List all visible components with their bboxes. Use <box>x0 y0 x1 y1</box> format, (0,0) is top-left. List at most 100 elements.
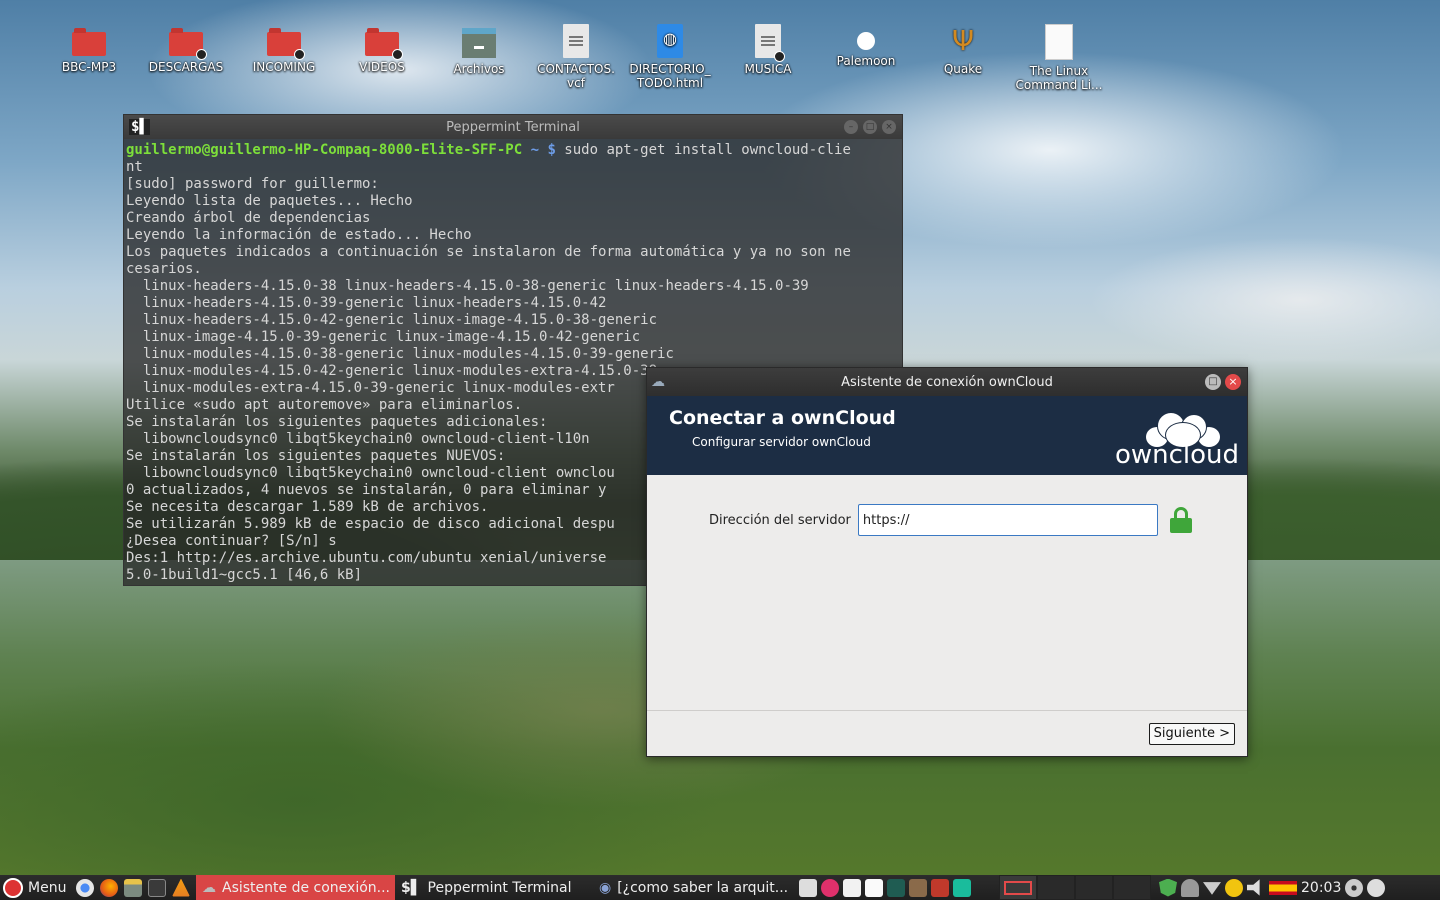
screenshot-icon[interactable] <box>887 878 905 897</box>
terminal-line: libowncloudsync0 libqt5keychain0 ownclou… <box>142 431 590 447</box>
document-icon <box>563 24 589 58</box>
terminal-icon: $▌ <box>129 119 150 135</box>
red-folder-icon <box>169 28 207 60</box>
bookmark-icon[interactable] <box>953 878 971 897</box>
terminal-line: Des:1 http://es.archive.ubuntu.com/ubunt… <box>126 550 607 566</box>
terminal-line: cesarios. <box>126 261 202 277</box>
dialog-titlebar[interactable]: ☁ Asistente de conexión ownCloud □ × <box>647 368 1247 396</box>
terminal-title: Peppermint Terminal <box>446 119 580 135</box>
desktop-icon-label: BBC-MP3 <box>61 60 117 74</box>
terminal-task-icon: $▌ <box>401 879 422 896</box>
menu-label: Menu <box>28 879 67 896</box>
next-button[interactable]: Siguiente > <box>1148 723 1235 745</box>
terminal-line: [sudo] password for guillermo: <box>126 176 379 192</box>
workspace-2[interactable] <box>1037 875 1075 900</box>
close-icon[interactable]: × <box>1225 374 1241 390</box>
workspace-switcher[interactable] <box>999 875 1151 900</box>
terminal-line: Los paquetes indicados a continuación se… <box>126 244 851 260</box>
dialog-header: Conectar a ownCloud Configurar servidor … <box>647 396 1247 475</box>
filezilla-icon[interactable] <box>931 878 949 897</box>
desktop-icon-palemoon[interactable]: Palemoon <box>818 24 914 68</box>
link-emblem-icon <box>774 51 785 62</box>
terminal-line: Utilice «sudo apt autoremove» para elimi… <box>126 397 523 413</box>
pdf-document-icon <box>1045 24 1073 60</box>
file-manager-icon[interactable] <box>124 878 142 897</box>
cloud-sync-icon[interactable] <box>1181 878 1199 897</box>
desktop-icon-label: VIDEOS <box>359 60 405 74</box>
server-label: Dirección del servidor <box>709 512 851 528</box>
desktop-icon-archivos[interactable]: Archivos <box>431 24 527 76</box>
clipboard-icon[interactable] <box>799 878 817 897</box>
terminal-line: linux-modules-extra-4.15.0-39-generic li… <box>142 380 615 396</box>
task-label: Asistente de conexión... <box>222 879 390 896</box>
terminal-titlebar[interactable]: $▌ Peppermint Terminal – □ × <box>124 115 902 139</box>
tray-end <box>1345 878 1386 897</box>
minimize-icon[interactable]: – <box>844 120 858 134</box>
vlc-icon[interactable] <box>172 878 190 897</box>
desktop-icon-directorio[interactable]: DIRECTORIO_ TODO.html <box>622 24 718 90</box>
disc-icon[interactable] <box>1345 878 1364 897</box>
wifi-icon[interactable] <box>1203 882 1221 895</box>
maximize-icon[interactable]: □ <box>863 120 877 134</box>
terminal-line: ¿Desea continuar? [S/n] s <box>126 533 337 549</box>
task-owncloud-wizard[interactable]: ☁ Asistente de conexión... <box>196 875 395 900</box>
terminal-line: linux-headers-4.15.0-39-generic linux-he… <box>142 295 607 311</box>
terminal-line: linux-image-4.15.0-39-generic linux-imag… <box>142 329 641 345</box>
gimp-icon[interactable] <box>909 878 927 897</box>
clock[interactable]: 20:03 <box>1301 880 1341 896</box>
desktop-icon-linux-command[interactable]: The Linux Command Li... <box>1011 24 1107 92</box>
system-tray <box>1159 878 1297 897</box>
text-editor-icon[interactable] <box>865 878 883 897</box>
desktop-icon-bbc-mp3[interactable]: BBC-MP3 <box>41 24 137 74</box>
desktop-icon-label: INCOMING <box>252 60 316 74</box>
owncloud-task-icon: ☁ <box>202 879 216 896</box>
chromium-icon[interactable] <box>76 878 94 897</box>
volume-icon[interactable] <box>1247 879 1260 896</box>
firefox-icon[interactable] <box>100 878 118 897</box>
task-label: Peppermint Terminal <box>427 879 572 896</box>
desktop-icon-contactos[interactable]: CONTACTOS. vcf <box>528 24 624 90</box>
desktop-icon-descargas[interactable]: DESCARGAS <box>138 24 234 74</box>
task-terminal[interactable]: $▌ Peppermint Terminal <box>395 875 593 900</box>
server-row: Dirección del servidor <box>709 504 1192 536</box>
maximize-icon[interactable]: □ <box>1205 374 1221 390</box>
terminal-launcher-icon[interactable] <box>148 878 166 897</box>
taskbar: Menu ☁ Asistente de conexión... $▌ Peppe… <box>0 875 1440 900</box>
desktop-icon-quake[interactable]: Ψ Quake <box>915 24 1011 76</box>
logout-icon[interactable] <box>1367 878 1386 897</box>
html-document-icon <box>657 24 683 58</box>
document-icon <box>755 24 785 62</box>
workspace-3[interactable] <box>1075 875 1113 900</box>
owncloud-logo: owncloud <box>1109 406 1239 470</box>
terminal-line: Leyendo la información de estado... Hech… <box>126 227 472 243</box>
desktop-icon-label: MUSICA <box>744 62 792 76</box>
lock-icon <box>1169 507 1192 533</box>
browser-task-icon: ◉ <box>599 879 612 896</box>
quick-launch <box>76 878 190 897</box>
shield-icon[interactable] <box>1159 878 1177 897</box>
terminal-line: 5.0-1build1~gcc5.1 [46,6 kB] <box>126 567 363 583</box>
share-icon[interactable] <box>821 878 839 897</box>
terminal-line: linux-modules-4.15.0-38-generic linux-mo… <box>142 346 674 362</box>
terminal-line: Creando árbol de dependencias <box>126 210 371 226</box>
terminal-line: linux-headers-4.15.0-38 linux-headers-4.… <box>142 278 809 294</box>
close-icon[interactable]: × <box>882 120 896 134</box>
server-address-input[interactable] <box>857 504 1158 536</box>
document-viewer-icon[interactable] <box>843 878 861 897</box>
workspace-4[interactable] <box>1113 875 1151 900</box>
terminal-line: Leyendo lista de paquetes... Hecho <box>126 193 413 209</box>
terminal-window-controls: – □ × <box>844 120 896 134</box>
task-label: [¿como saber la arquit... <box>617 879 789 896</box>
terminal-line: Se utilizarán 5.989 kB de espacio de dis… <box>126 516 615 532</box>
owncloud-wizard-dialog[interactable]: ☁ Asistente de conexión ownCloud □ × Con… <box>646 367 1248 757</box>
terminal-line: libowncloudsync0 libqt5keychain0 ownclou… <box>142 465 615 481</box>
task-browser[interactable]: ◉ [¿como saber la arquit... <box>593 875 795 900</box>
desktop-icon-videos[interactable]: VIDEOS <box>334 24 430 74</box>
terminal-line: Se instalarán los siguientes paquetes NU… <box>126 448 506 464</box>
desktop-icon-incoming[interactable]: INCOMING <box>236 24 332 74</box>
desktop-icon-musica[interactable]: MUSICA <box>720 24 816 76</box>
menu-button[interactable]: Menu <box>0 877 72 898</box>
spain-flag-icon[interactable] <box>1269 880 1297 895</box>
power-icon[interactable] <box>1225 878 1243 897</box>
workspace-1[interactable] <box>999 875 1037 900</box>
